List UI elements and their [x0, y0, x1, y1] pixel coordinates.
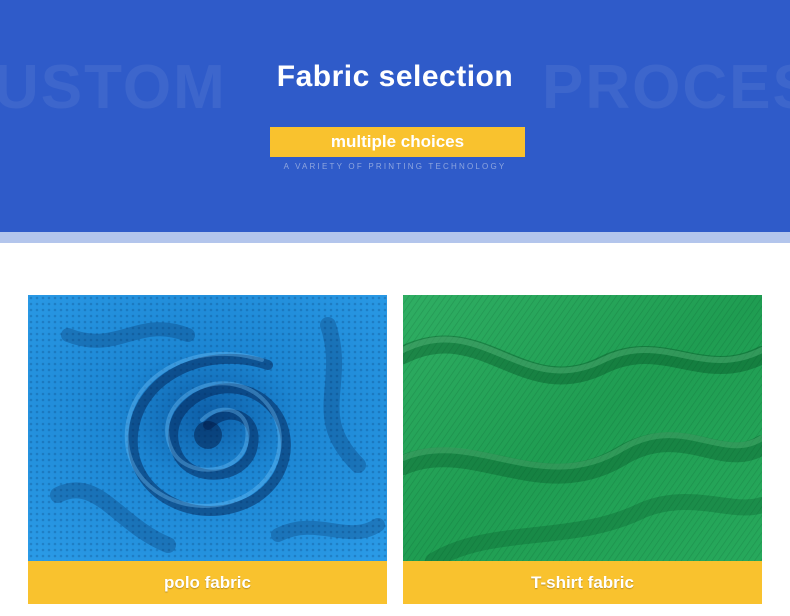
subtitle: A VARIETY OF PRINTING TECHNOLOGY — [283, 162, 507, 171]
polo-fabric-swatch — [28, 295, 387, 561]
tshirt-fabric-label-bar: T-shirt fabric — [403, 561, 762, 604]
choices-badge: multiple choices — [270, 127, 525, 157]
tshirt-fabric-card[interactable]: T-shirt fabric — [403, 295, 762, 604]
badge-label: multiple choices — [330, 132, 465, 151]
polo-fabric-card[interactable]: polo fabric — [28, 295, 387, 604]
header-banner: USTOM PROCES Fabric selection multiple c… — [0, 0, 790, 232]
polo-fabric-label-bar: polo fabric — [28, 561, 387, 604]
page-title: Fabric selection — [276, 60, 514, 93]
tshirt-fabric-label: T-shirt fabric — [531, 572, 634, 592]
tshirt-fabric-swatch — [403, 295, 762, 561]
banner-divider — [0, 232, 790, 243]
polo-fabric-label: polo fabric — [164, 572, 251, 592]
